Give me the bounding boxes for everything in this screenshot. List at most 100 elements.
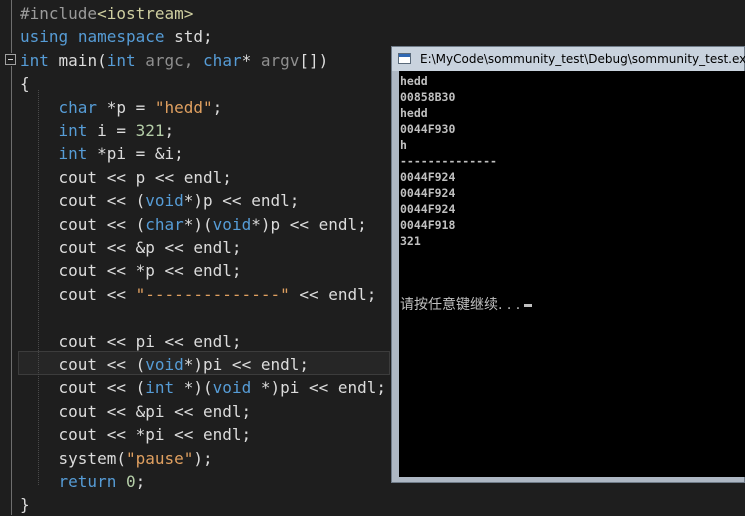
code-token: << endl; [289, 284, 377, 304]
code-line: cout << (void*)p << endl; [20, 189, 300, 212]
code-token: void [212, 214, 252, 234]
code-token: cout << &p << endl; [20, 238, 242, 257]
code-token: cout << ( [20, 378, 146, 398]
text-cursor [524, 303, 533, 307]
console-output-line: 0044F924 [400, 186, 456, 200]
code-token: cout << *pi << endl; [20, 425, 252, 445]
code-token: int [58, 121, 88, 140]
code-token: * [241, 50, 261, 70]
collapse-icon[interactable] [5, 54, 16, 65]
console-titlebar[interactable]: E:\MyCode\sommunity_test\Debug\sommunity… [392, 47, 745, 71]
code-token: void [145, 355, 184, 374]
code-line: system("pause"); [20, 447, 213, 470]
code-line: return 0; [20, 470, 146, 493]
code-token: argc, [135, 50, 204, 70]
code-line: cout << pi << endl; [20, 330, 242, 353]
code-token: system( [20, 448, 126, 468]
code-token: argv [260, 50, 300, 70]
code-token: char [58, 97, 98, 117]
code-token: []) [299, 50, 329, 70]
code-token: cout << &pi << endl; [20, 401, 252, 421]
gutter-outline-line [11, 0, 12, 53]
code-line: cout << "--------------" << endl; [20, 283, 377, 306]
code-token: using [20, 27, 69, 47]
code-token: int [145, 378, 175, 398]
code-token: int [58, 144, 88, 164]
code-token: *)p << endl; [251, 214, 367, 234]
code-line: cout << (int *)(void *)pi << endl; [20, 376, 387, 399]
code-token: i = [87, 121, 136, 140]
code-token: cout << [20, 284, 136, 304]
code-token: *)pi << endl; [251, 378, 387, 398]
code-token: 0 [125, 472, 136, 491]
console-output-line: 0044F924 [400, 202, 456, 216]
console-prompt-line: 请按任意键继续. . . [400, 297, 533, 313]
code-token: 321 [135, 121, 165, 140]
code-token: "pause" [125, 448, 194, 468]
code-token: ; [135, 472, 146, 491]
code-line: { [20, 72, 30, 95]
code-line: cout << *p << endl; [20, 259, 242, 282]
console-output-line: 321 [400, 234, 421, 248]
code-token: void [212, 378, 252, 398]
console-window[interactable]: E:\MyCode\sommunity_test\Debug\sommunity… [391, 46, 745, 483]
code-token: ; [212, 97, 223, 117]
console-output[interactable]: hedd 00858B30 hedd 0044F930 h -------------- 0… [399, 71, 745, 477]
code-token: *p = [97, 97, 155, 117]
code-token: "hedd" [154, 97, 213, 117]
code-line: cout << &pi << endl; [20, 400, 252, 423]
console-app-icon [398, 53, 411, 64]
console-output-line: 0044F924 [400, 170, 456, 184]
code-token: "--------------" [135, 284, 290, 304]
code-token: #include [20, 4, 98, 23]
code-line: } [20, 493, 30, 516]
code-token: char [203, 50, 242, 70]
code-token: int [106, 50, 136, 70]
code-token: std; [164, 27, 213, 47]
code-token: cout << pi << endl; [20, 331, 242, 351]
console-output-line: 0044F930 [400, 122, 456, 136]
code-line: int main(int argc, char* argv[]) [20, 49, 328, 72]
code-token: *)( [174, 378, 213, 398]
console-output-line: 00858B30 [400, 90, 456, 104]
code-token: } [20, 495, 30, 515]
console-output-line: -------------- [400, 154, 497, 168]
code-line: cout << (char*)(void*)p << endl; [20, 213, 367, 236]
code-line: #include<iostream> [20, 2, 193, 25]
code-token: cout << *p << endl; [20, 261, 242, 281]
code-token: *)( [183, 214, 213, 234]
code-token: void [145, 191, 184, 211]
code-line: cout << *pi << endl; [20, 423, 252, 446]
console-output-line: hedd [400, 106, 428, 120]
code-token: ); [193, 448, 213, 468]
code-token: namespace [77, 27, 165, 47]
code-token: { [20, 74, 30, 94]
window-title: E:\MyCode\sommunity_test\Debug\sommunity… [420, 52, 745, 66]
code-line: cout << (void*)pi << endl; [20, 353, 309, 376]
pause-prompt: 请按任意键继续. . . [400, 297, 521, 313]
code-token: ; [164, 121, 175, 140]
code-token: cout << ( [20, 191, 146, 211]
code-token: int [20, 50, 49, 70]
code-token: *pi = &i; [87, 144, 184, 164]
code-token: cout << p << endl; [20, 167, 232, 187]
code-token: *)pi << endl; [183, 355, 309, 374]
console-output-line: hedd [400, 74, 428, 88]
code-token: <iostream> [97, 4, 194, 23]
code-token: main( [48, 50, 107, 70]
code-line: cout << &p << endl; [20, 236, 242, 259]
code-token: *)p << endl; [183, 191, 300, 211]
code-token: char [145, 214, 184, 234]
gutter-outline-line [11, 66, 12, 515]
code-line: char *p = "hedd"; [20, 96, 223, 119]
code-line: int i = 321; [20, 119, 175, 142]
code-line: int *pi = &i; [20, 142, 184, 165]
code-line: using namespace std; [20, 25, 213, 48]
console-output-line: h [400, 138, 407, 152]
